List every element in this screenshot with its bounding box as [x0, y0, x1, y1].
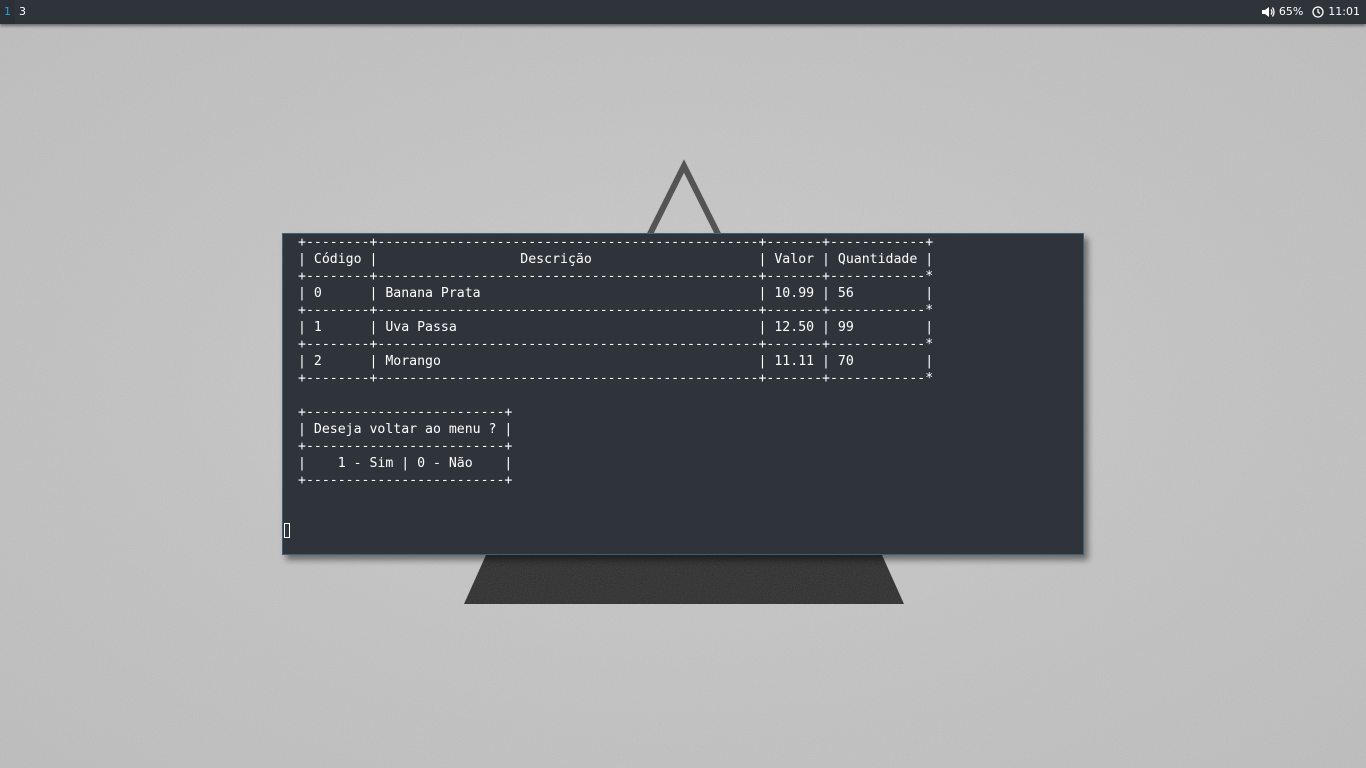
terminal-line: | 2 | Morango | 11.11 | 70 |	[298, 354, 934, 369]
volume-value: 65%	[1278, 5, 1304, 18]
clock-icon	[1312, 6, 1324, 18]
terminal-line: | Código | Descrição | Valor | Quantidad…	[298, 252, 934, 267]
clock-time: 11:01	[1328, 5, 1360, 18]
terminal-cursor	[284, 523, 290, 538]
terminal-line: +-------------------------+	[298, 439, 513, 454]
terminal-line: +-------------------------+	[298, 473, 513, 488]
terminal-line: | 1 - Sim | 0 - Não |	[298, 456, 513, 471]
clock-indicator[interactable]: 11:01	[1312, 0, 1360, 24]
terminal-window[interactable]: +--------+------------------------------…	[282, 233, 1084, 555]
terminal-line: | 0 | Banana Prata | 10.99 | 56 |	[298, 286, 934, 301]
terminal-line: +--------+------------------------------…	[298, 337, 934, 352]
terminal-line: | Deseja voltar ao menu ? |	[298, 422, 513, 437]
terminal-line: | 1 | Uva Passa | 12.50 | 99 |	[298, 320, 934, 335]
volume-indicator[interactable]: 65%	[1261, 0, 1303, 24]
workspace-button-3[interactable]: 3	[15, 0, 30, 24]
top-panel: 1 3 65% 11:01	[0, 0, 1366, 24]
terminal-line: +--------+------------------------------…	[298, 235, 934, 250]
terminal-line: +--------+------------------------------…	[298, 371, 934, 386]
status-area: 65% 11:01	[1252, 0, 1360, 24]
terminal-line: +--------+------------------------------…	[298, 303, 934, 318]
speaker-icon	[1261, 7, 1275, 17]
workspace-switcher: 1 3	[0, 0, 30, 24]
terminal-line: +-------------------------+	[298, 405, 513, 420]
terminal-output: +--------+------------------------------…	[298, 234, 933, 489]
workspace-button-1[interactable]: 1	[0, 0, 15, 24]
terminal-line: +--------+------------------------------…	[298, 269, 934, 284]
